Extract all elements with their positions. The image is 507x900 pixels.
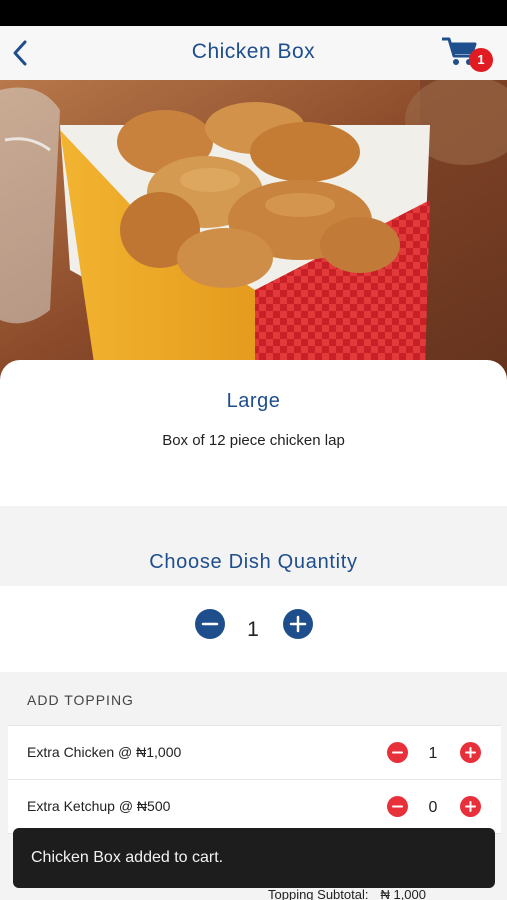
topping-section-header: ADD TOPPING xyxy=(27,692,134,708)
cart-button[interactable]: 1 xyxy=(440,34,498,74)
topping-subtotal: Topping Subtotal: ₦ 1,000 xyxy=(268,887,426,900)
topping-subtotal-label: Topping Subtotal: xyxy=(268,887,369,900)
topping-label: Extra Chicken @ ₦1,000 xyxy=(27,744,182,760)
product-info-card: Large Box of 12 piece chicken lap xyxy=(0,360,507,506)
toast-notification: Chicken Box added to cart. xyxy=(13,828,495,888)
toast-message: Chicken Box added to cart. xyxy=(31,849,224,866)
minus-circle-icon xyxy=(201,622,219,626)
increase-quantity-button[interactable] xyxy=(283,609,313,639)
minus-circle-icon xyxy=(392,805,403,808)
topping-increase-button[interactable] xyxy=(460,796,481,817)
product-image xyxy=(0,80,507,380)
topping-item: Extra Chicken @ ₦1,000 1 xyxy=(8,726,501,780)
topping-quantity: 0 xyxy=(428,799,438,816)
page-title: Chicken Box xyxy=(191,40,316,63)
variant-name: Large xyxy=(226,390,281,412)
topping-label: Extra Ketchup @ ₦500 xyxy=(27,798,171,814)
status-bar xyxy=(0,0,507,26)
plus-circle-icon xyxy=(289,615,307,633)
quantity-value: 1 xyxy=(247,618,259,641)
topping-decrease-button[interactable] xyxy=(387,796,408,817)
quantity-heading: Choose Dish Quantity xyxy=(149,551,358,573)
variant-description: Box of 12 piece chicken lap xyxy=(162,432,345,449)
topping-subtotal-value: ₦ 1,000 xyxy=(380,887,427,900)
decrease-quantity-button[interactable] xyxy=(195,609,225,639)
topping-quantity: 1 xyxy=(428,745,438,762)
plus-circle-icon xyxy=(465,801,476,812)
top-nav-bar: Chicken Box 1 xyxy=(0,26,507,80)
cart-count-badge: 1 xyxy=(469,48,493,72)
quantity-stepper: 1 xyxy=(0,586,507,672)
topping-list: Extra Chicken @ ₦1,000 1 Extra Ketchup @… xyxy=(8,725,501,834)
plus-circle-icon xyxy=(465,747,476,758)
topping-decrease-button[interactable] xyxy=(387,742,408,763)
minus-circle-icon xyxy=(392,751,403,754)
topping-increase-button[interactable] xyxy=(460,742,481,763)
topping-item: Extra Ketchup @ ₦500 0 xyxy=(8,780,501,834)
